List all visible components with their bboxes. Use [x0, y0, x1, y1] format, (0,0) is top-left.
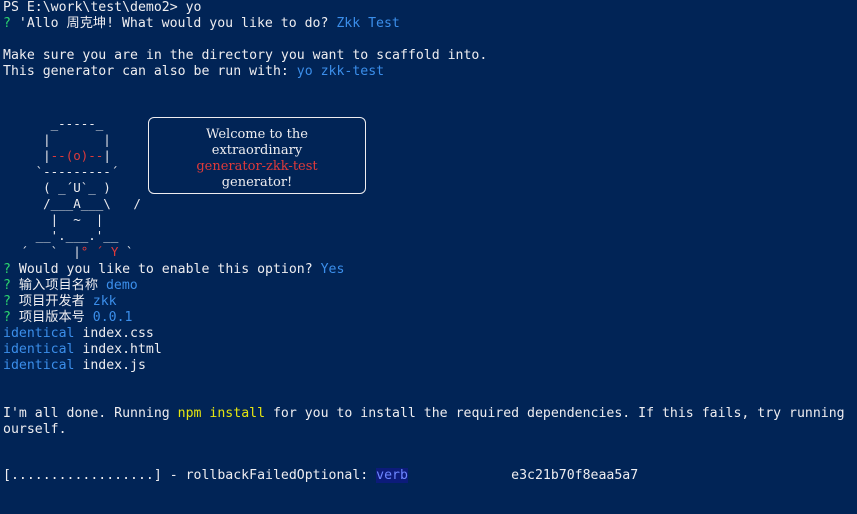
greeting-answer: Zkk Test	[336, 16, 400, 31]
run-with-line: This generator can also be run with: yo …	[3, 64, 857, 80]
terminal-window[interactable]: PS E:\work\test\demo2> yo ? 'Allo 周克坤! W…	[0, 0, 857, 514]
greeting-line: ? 'Allo 周克坤! What would you like to do? …	[3, 16, 857, 32]
verb-badge: verb	[376, 468, 408, 483]
run-with-text: This generator can also be run with:	[3, 64, 297, 79]
progress-bar: [..................] - rollbackFailedOpt…	[3, 468, 377, 483]
done-message-line-2: ourself.	[3, 422, 67, 437]
prompt-line: PS E:\work\test\demo2> yo	[3, 0, 202, 15]
bubble-generator-name: generator-zkk-test	[196, 159, 318, 174]
progress-hash: e3c21b70f8eaa5a7	[407, 468, 639, 483]
bubble-line: extraordinary	[211, 143, 303, 158]
npm-install-command: npm install	[177, 406, 266, 421]
yeoman-ascii-art: _-----_ | | |--(o)--| `---------´ ( _´U`…	[3, 116, 857, 262]
bubble-line: Welcome to the	[206, 127, 308, 142]
file-status-line: identical index.css	[3, 326, 154, 341]
yeoman-figure: _-----_ | | |--(o)--| `---------´ ( _´U`…	[13, 116, 141, 259]
question-mark: ?	[3, 16, 19, 31]
question-line: ? 输入项目名称 demo	[3, 278, 138, 293]
question-line: ? Would you like to enable this option? …	[3, 262, 345, 277]
bubble-line: generator!	[221, 175, 293, 190]
question-line: ? 项目开发者 zkk	[3, 294, 117, 309]
greeting-text: 'Allo 周克坤! What would you like to do?	[18, 16, 337, 31]
question-line: ? 项目版本号 0.0.1	[3, 310, 133, 325]
done-message-line: I'm all done. Running npm install for yo…	[3, 406, 845, 421]
welcome-speech-bubble: Welcome to the extraordinary generator-z…	[148, 117, 366, 194]
run-with-command: yo zkk-test	[296, 64, 385, 79]
file-status-line: identical index.html	[3, 342, 162, 357]
file-status-line: identical index.js	[3, 358, 146, 373]
scaffold-line: Make sure you are in the directory you w…	[3, 48, 488, 63]
npm-progress-line: [..................] - rollbackFailedOpt…	[3, 468, 857, 484]
